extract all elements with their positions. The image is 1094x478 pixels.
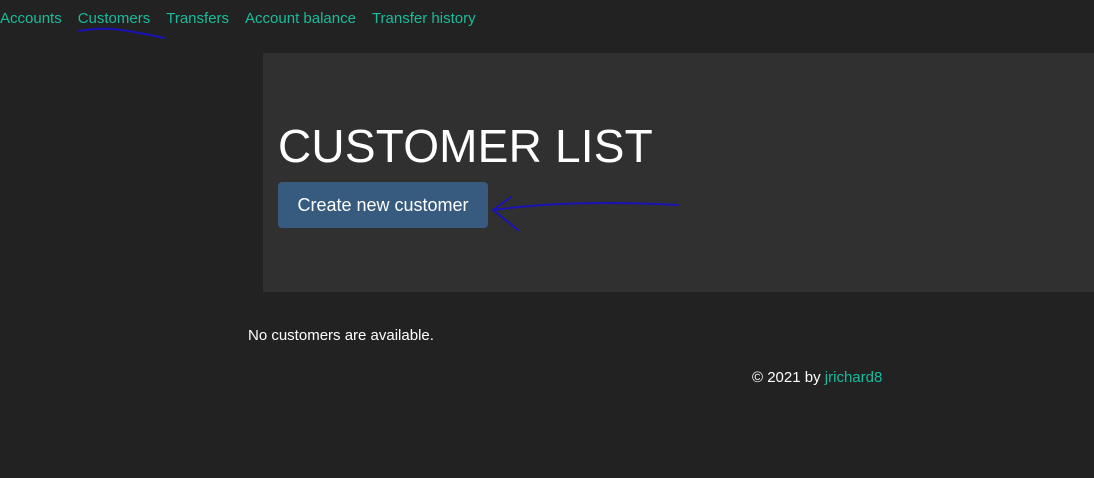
page-title: CUSTOMER LIST [278, 120, 653, 172]
nav-link-customers[interactable]: Customers [78, 8, 151, 30]
nav-link-transfers[interactable]: Transfers [166, 8, 229, 30]
create-customer-button[interactable]: Create new customer [278, 182, 488, 228]
footer: © 2021 by jrichard8 [752, 368, 882, 388]
page: Accounts Customers Transfers Account bal… [0, 0, 1094, 478]
underline-annotation [78, 27, 165, 39]
nav-link-transfer-history[interactable]: Transfer history [372, 8, 476, 30]
footer-copyright: © 2021 by [752, 369, 825, 386]
empty-state-message: No customers are available. [248, 327, 434, 344]
top-nav: Accounts Customers Transfers Account bal… [0, 8, 492, 30]
nav-link-account-balance[interactable]: Account balance [245, 8, 356, 30]
nav-link-accounts[interactable]: Accounts [0, 8, 62, 30]
footer-author-link[interactable]: jrichard8 [825, 369, 883, 386]
